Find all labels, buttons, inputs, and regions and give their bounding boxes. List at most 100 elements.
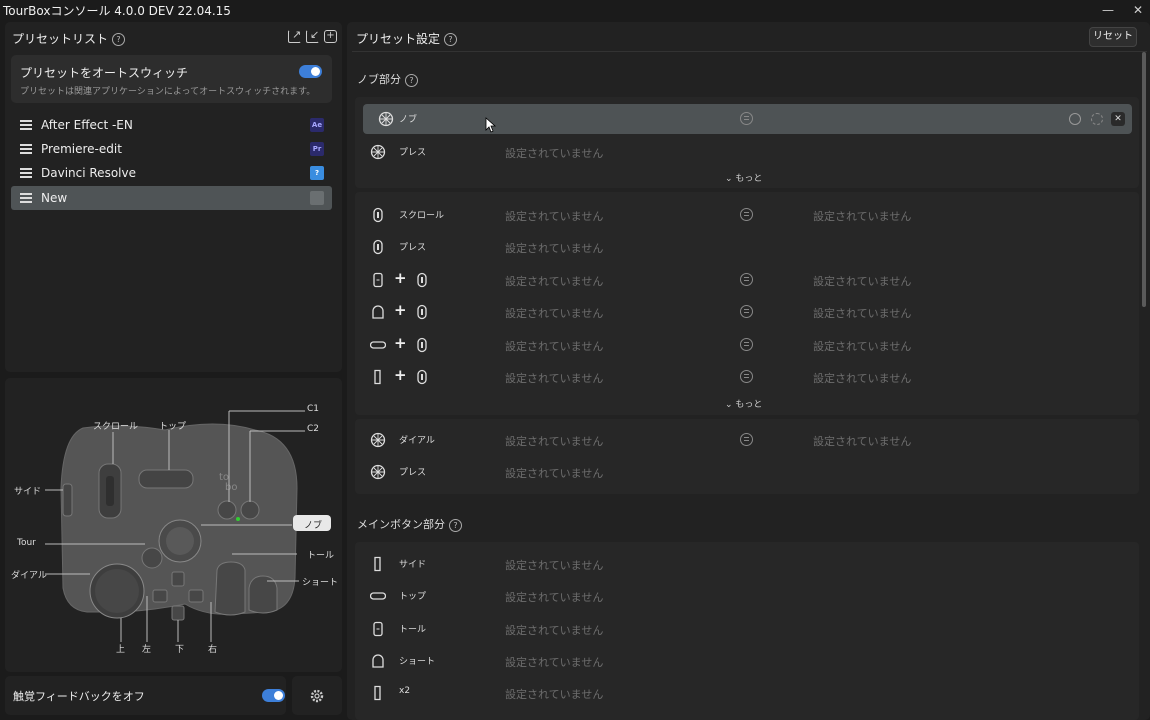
row-value: 設定されていません: [505, 688, 604, 701]
more-label: もっと: [735, 174, 763, 184]
edit-icon[interactable]: [1091, 113, 1103, 125]
preset-item-selected[interactable]: New: [11, 186, 332, 210]
setting-row-dial-press[interactable]: プレス 設定されていません: [355, 457, 1139, 487]
more-label: もっと: [735, 400, 763, 410]
knob-group: ノブ ✕ プレス 設定されていません ⌄ もっと: [355, 97, 1139, 188]
row-value: 設定されていません: [505, 624, 604, 637]
scroll-group: スクロール 設定されていません 設定されていません プレス 設定されていません …: [355, 192, 1139, 415]
preset-list-actions: ↗ ↙ +: [288, 29, 337, 43]
app-badge: [310, 191, 324, 205]
tall-button[interactable]: [214, 561, 246, 616]
label-up: 上: [116, 645, 126, 655]
label-tour: Tour: [17, 538, 36, 548]
help-icon[interactable]: ?: [449, 518, 462, 532]
menu-icon: [20, 120, 32, 130]
link-icon: [740, 305, 753, 318]
label-top: トップ: [159, 422, 187, 432]
preset-item[interactable]: Davinci Resolve ?: [11, 161, 332, 185]
close-button[interactable]: ✕: [1126, 0, 1150, 20]
menu-icon: [20, 144, 32, 154]
gear-icon[interactable]: [292, 676, 342, 715]
link-icon: [740, 370, 753, 383]
side-button-icon: [374, 556, 381, 572]
row-label: トップ: [399, 592, 427, 602]
haptic-toggle[interactable]: [262, 689, 285, 702]
vertical-scrollbar[interactable]: [1142, 52, 1146, 307]
setting-row-side[interactable]: サイド 設定されていません: [355, 549, 1139, 579]
tall-button-icon: [373, 621, 383, 637]
scroll-icon: [417, 369, 427, 385]
row-label: ショート: [399, 657, 436, 667]
menu-circle-icon[interactable]: [1069, 113, 1081, 125]
add-preset-icon[interactable]: +: [324, 30, 337, 43]
help-icon[interactable]: ?: [444, 33, 458, 46]
tour-button[interactable]: [141, 547, 163, 569]
dpad-down[interactable]: [171, 605, 185, 621]
knob-section-header: ノブ部分?: [357, 71, 418, 87]
dpad-up[interactable]: [171, 571, 185, 587]
row-value: 設定されていません: [505, 372, 604, 385]
knob-icon: [370, 144, 386, 160]
row-label: x2: [399, 686, 411, 696]
knob-icon: [378, 111, 394, 127]
auto-switch-toggle[interactable]: [299, 65, 322, 78]
auto-switch-description: プリセットは関連アプリケーションによってオートスウィッチされます。: [20, 87, 316, 97]
row-value: 設定されていません: [505, 435, 604, 448]
export-icon[interactable]: ↗: [288, 29, 301, 43]
label-right: 右: [208, 645, 218, 655]
label-side: サイド: [14, 487, 42, 497]
clear-icon[interactable]: ✕: [1111, 112, 1125, 126]
label-left: 左: [142, 645, 152, 655]
c1-button[interactable]: [217, 500, 237, 520]
row-value-2: 設定されていません: [813, 210, 912, 223]
more-toggle[interactable]: ⌄ もっと: [725, 397, 762, 410]
label-down: 下: [175, 645, 185, 655]
menu-icon: [20, 168, 32, 178]
row-label: プレス: [399, 468, 427, 478]
c2-button[interactable]: [240, 500, 260, 520]
minimize-button[interactable]: —: [1096, 0, 1120, 20]
preset-settings-title: プリセット設定?: [356, 30, 458, 47]
more-toggle[interactable]: ⌄ もっと: [725, 171, 762, 184]
setting-row-top[interactable]: トップ 設定されていません: [355, 581, 1139, 611]
side-button[interactable]: [62, 483, 73, 517]
row-value: 設定されていません: [505, 307, 604, 320]
help-icon[interactable]: ?: [405, 73, 418, 87]
setting-row-side-double[interactable]: x2 設定されていません: [355, 678, 1139, 708]
preset-name: New: [41, 191, 68, 205]
preset-item[interactable]: Premiere-edit Pr: [11, 137, 332, 161]
preset-item[interactable]: After Effect -EN Ae: [11, 113, 332, 137]
setting-row-knob[interactable]: ノブ ✕: [363, 104, 1132, 134]
link-icon: [740, 273, 753, 286]
row-value: 設定されていません: [505, 275, 604, 288]
setting-row-short[interactable]: ショート 設定されていません: [355, 646, 1139, 676]
setting-row-dial[interactable]: ダイアル 設定されていません 設定されていません: [355, 425, 1139, 455]
label-c2: C2: [307, 424, 320, 434]
setting-row-scroll[interactable]: スクロール 設定されていません 設定されていません: [355, 200, 1139, 230]
svg-text:bo: bo: [225, 482, 237, 493]
auto-switch-card: プリセットをオートスウィッチ プリセットは関連アプリケーションによってオートスウ…: [11, 55, 332, 103]
setting-row-short-scroll[interactable]: + 設定されていません 設定されていません: [355, 297, 1139, 327]
row-label: スクロール: [399, 211, 445, 221]
setting-row-side-scroll[interactable]: + 設定されていません 設定されていません: [355, 362, 1139, 392]
preset-name: Premiere-edit: [41, 142, 122, 156]
dpad-left[interactable]: [152, 589, 168, 603]
short-button[interactable]: [248, 575, 278, 614]
setting-row-scroll-press[interactable]: プレス 設定されていません: [355, 232, 1139, 262]
label-tall: トール: [307, 551, 335, 561]
haptic-feedback-bar: 触覚フィードバックをオフ: [5, 676, 286, 715]
row-label: ノブ: [399, 115, 418, 125]
preset-name: Davinci Resolve: [41, 166, 136, 180]
reset-button[interactable]: リセット: [1089, 27, 1137, 47]
scroll-icon: [373, 239, 383, 255]
dpad-right[interactable]: [188, 589, 204, 603]
help-icon[interactable]: ?: [112, 33, 126, 46]
setting-row-tall-scroll[interactable]: + 設定されていません 設定されていません: [355, 265, 1139, 295]
top-button[interactable]: [138, 469, 194, 489]
setting-row-knob-press[interactable]: プレス 設定されていません: [355, 137, 1139, 167]
row-value: 設定されていません: [505, 467, 604, 480]
setting-row-top-scroll[interactable]: + 設定されていません 設定されていません: [355, 330, 1139, 360]
import-icon[interactable]: ↙: [306, 29, 319, 43]
main-section-header: メインボタン部分?: [357, 516, 462, 532]
setting-row-tall[interactable]: トール 設定されていません: [355, 614, 1139, 644]
